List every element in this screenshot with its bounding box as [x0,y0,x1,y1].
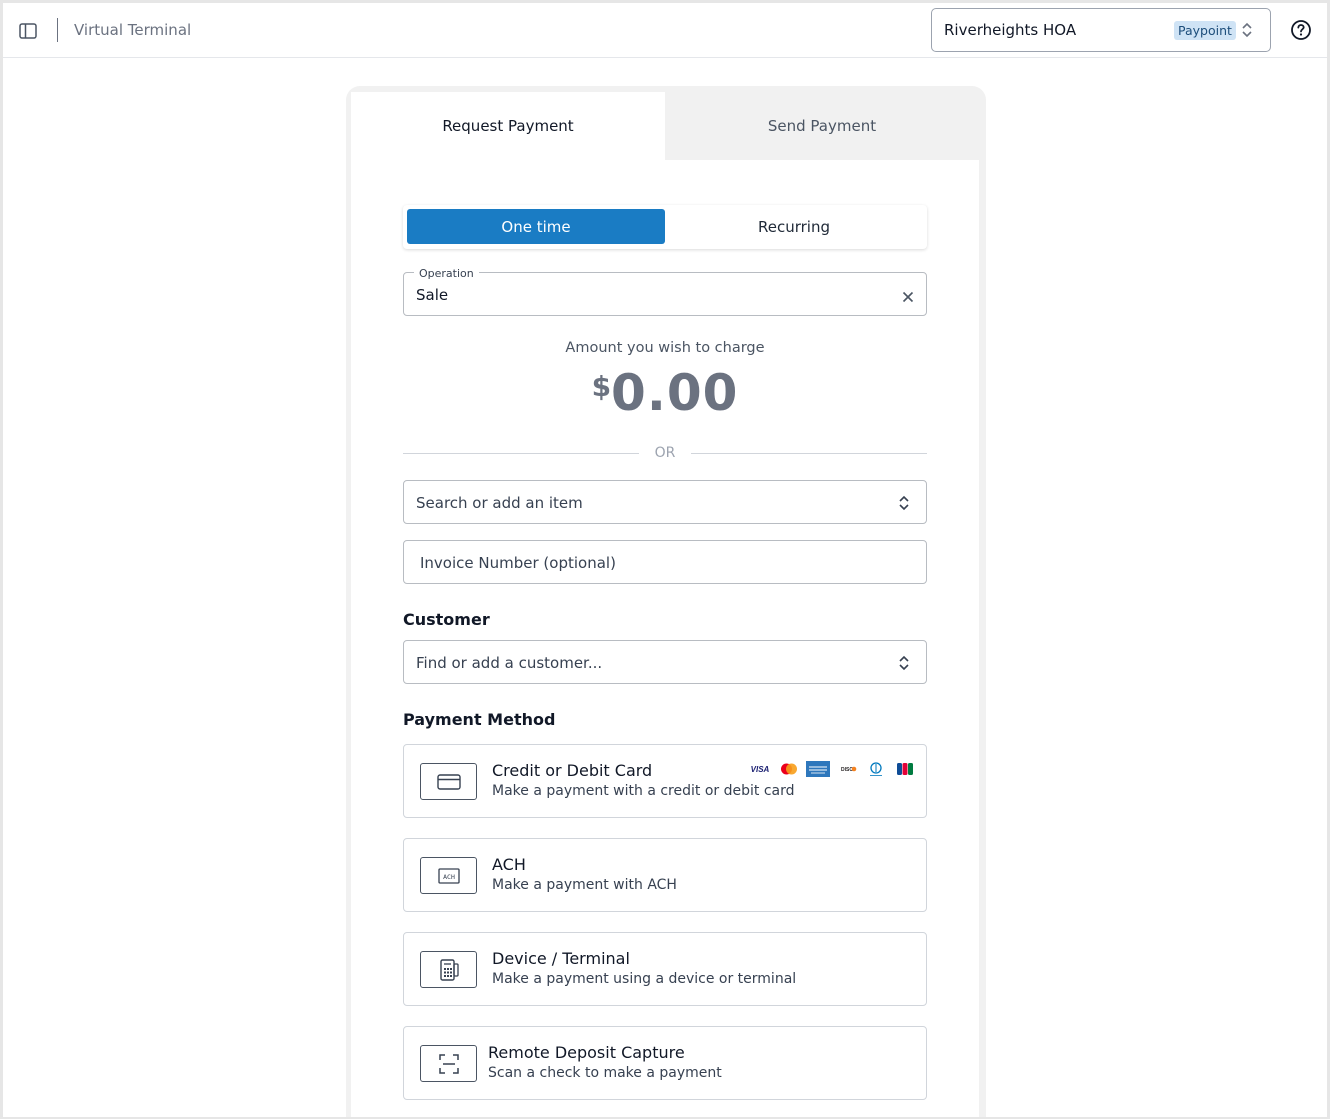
or-divider: OR [403,444,927,464]
payment-method-description: Make a payment with a credit or debit ca… [492,783,795,799]
invoice-placeholder: Invoice Number (optional) [420,554,616,572]
recurring-button[interactable]: Recurring [665,209,923,244]
discover-logo-icon: DISC [835,761,859,777]
payment-method-heading: Payment Method [403,710,556,729]
ach-icon-label: ACH [443,873,455,881]
help-icon[interactable] [1290,19,1312,41]
header-divider [57,18,58,42]
diners-club-logo-icon [864,761,888,777]
one-time-button[interactable]: One time [407,209,665,244]
tab-send-payment[interactable]: Send Payment [665,92,979,160]
chevron-up-down-icon [1240,20,1254,44]
app-window: Virtual Terminal Riverheights HOA Paypoi… [3,3,1327,1117]
mastercard-logo-icon [777,761,801,777]
payment-card: Request Payment Send Payment One time Re… [346,86,986,1117]
divider-line-right [691,453,927,454]
payment-method-card[interactable]: Credit or Debit Card Make a payment with… [403,744,927,818]
account-name: Riverheights HOA [944,21,1077,39]
account-selector[interactable]: Riverheights HOA Paypoint [931,8,1271,52]
page-title: Virtual Terminal [74,21,192,39]
payment-method-card[interactable]: ACH ACH Make a payment with ACH [403,838,927,912]
amex-logo-icon [806,761,830,777]
payment-method-card[interactable]: Remote Deposit Capture Scan a check to m… [403,1026,927,1100]
operation-select[interactable]: Operation Sale [403,267,927,316]
tab-request-payment[interactable]: Request Payment [351,92,665,160]
chevron-up-down-icon [897,654,911,676]
top-bar: Virtual Terminal Riverheights HOA Paypoi… [3,3,1327,58]
invoice-number-input[interactable]: Invoice Number (optional) [403,540,927,584]
amount-value: 0.00 [611,364,739,422]
ach-icon: ACH [420,857,477,894]
terminal-icon [420,951,477,988]
item-search-combobox[interactable]: Search or add an item [403,480,927,524]
payment-method-card[interactable]: Device / Terminal Make a payment using a… [403,932,927,1006]
item-search-placeholder: Search or add an item [416,494,583,512]
credit-card-icon [420,763,477,800]
svg-text:DISC: DISC [841,767,853,773]
operation-value: Sale [416,286,449,304]
frequency-toggle: One time Recurring [403,205,927,249]
payment-method-description: Scan a check to make a payment [488,1065,722,1081]
payment-method-title: Credit or Debit Card [492,761,653,780]
card-brands: VISA DISC [748,761,917,777]
visa-logo-icon: VISA [748,761,772,777]
currency-symbol: $ [591,370,612,403]
amount-display[interactable]: $0.00 [351,364,979,422]
amount-label: Amount you wish to charge [565,340,765,356]
account-type-badge: Paypoint [1174,21,1236,40]
customer-heading: Customer [403,610,490,629]
payment-method-title: ACH [492,855,526,874]
payment-card-body: Request Payment Send Payment One time Re… [351,92,979,1117]
payment-method-description: Make a payment using a device or termina… [492,971,797,987]
operation-label: Operation [414,267,479,280]
scan-icon [420,1045,477,1082]
chevron-up-down-icon [897,494,911,516]
sidebar-toggle-icon[interactable] [17,20,39,42]
customer-combobox[interactable]: Find or add a customer... [403,640,927,684]
payment-method-title: Device / Terminal [492,949,630,968]
svg-text:VISA: VISA [751,765,770,774]
payment-method-title: Remote Deposit Capture [488,1043,685,1062]
payment-method-description: Make a payment with ACH [492,877,677,893]
jcb-logo-icon [893,761,917,777]
close-icon[interactable] [902,288,914,307]
customer-placeholder: Find or add a customer... [416,654,603,672]
